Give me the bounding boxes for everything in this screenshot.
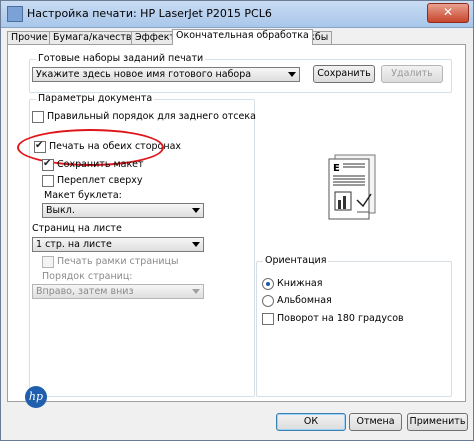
pages-per-sheet-combo[interactable]: 1 стр. на листе xyxy=(32,237,204,252)
preset-name-value: Укажите здесь новое имя готового набора xyxy=(36,69,252,80)
save-preset-button[interactable]: Сохранить xyxy=(313,65,375,83)
page-order-value: Вправо, затем вниз xyxy=(36,286,134,297)
flip-up-label: Переплет сверху xyxy=(57,175,143,186)
chevron-down-icon xyxy=(192,242,200,247)
chevron-down-icon xyxy=(192,289,200,294)
title-bar[interactable]: Настройка печати: HP LaserJet P2015 PCL6… xyxy=(1,1,473,28)
preset-name-combo[interactable]: Укажите здесь новое имя готового набора xyxy=(32,67,300,82)
landscape-radio-dot xyxy=(262,295,274,307)
preserve-layout-label: Сохранить макет xyxy=(57,159,144,170)
chevron-down-icon xyxy=(288,72,296,77)
booklet-layout-label: Макет буклета: xyxy=(44,190,122,201)
hp-logo: hp xyxy=(25,386,47,408)
portrait-radio-dot xyxy=(262,278,274,290)
flip-up-box xyxy=(42,175,54,187)
landscape-label: Альбомная xyxy=(277,295,332,306)
apply-button[interactable]: Применить xyxy=(407,413,468,431)
tab-finishing[interactable]: Окончательная обработка xyxy=(172,29,313,45)
presets-legend: Готовые наборы заданий печати xyxy=(36,53,206,64)
cancel-button[interactable]: Отмена xyxy=(349,413,402,431)
booklet-layout-value: Выкл. xyxy=(46,205,75,216)
tab-paper-quality[interactable]: Бумага/качество xyxy=(49,31,142,44)
print-borders-box xyxy=(42,256,54,268)
booklet-layout-combo[interactable]: Выкл. xyxy=(42,203,204,218)
duplex-preview-image: E xyxy=(327,154,383,222)
print-borders-label: Печать рамки страницы xyxy=(57,256,179,267)
orientation-legend: Ориентация xyxy=(263,255,329,266)
preview-letter: E xyxy=(333,163,340,174)
tab-other[interactable]: Прочие xyxy=(7,31,52,44)
correct-order-box xyxy=(32,111,44,123)
close-button[interactable]: ✕ xyxy=(427,3,469,23)
pages-per-sheet-label: Страниц на листе xyxy=(32,223,122,234)
page-order-combo[interactable]: Вправо, затем вниз xyxy=(32,284,204,299)
correct-order-label: Правильный порядок для заднего отсека xyxy=(47,111,256,122)
page-order-label: Порядок страниц: xyxy=(42,271,133,282)
pages-per-sheet-value: 1 стр. на листе xyxy=(36,239,112,250)
window-title: Настройка печати: HP LaserJet P2015 PCL6 xyxy=(27,7,272,20)
rotate-180-box xyxy=(262,313,274,325)
rotate-180-label: Поворот на 180 градусов xyxy=(277,313,404,324)
finishing-panel: Готовые наборы заданий печати Укажите зд… xyxy=(7,44,466,402)
print-settings-window: Настройка печати: HP LaserJet P2015 PCL6… xyxy=(0,0,474,441)
chevron-down-icon xyxy=(192,208,200,213)
preserve-layout-box xyxy=(42,158,54,171)
document-options-legend: Параметры документа xyxy=(36,93,155,104)
delete-preset-button[interactable]: Удалить xyxy=(381,65,443,83)
ok-button[interactable]: ОК xyxy=(276,413,346,431)
portrait-label: Книжная xyxy=(277,278,323,289)
printer-icon xyxy=(7,6,23,22)
